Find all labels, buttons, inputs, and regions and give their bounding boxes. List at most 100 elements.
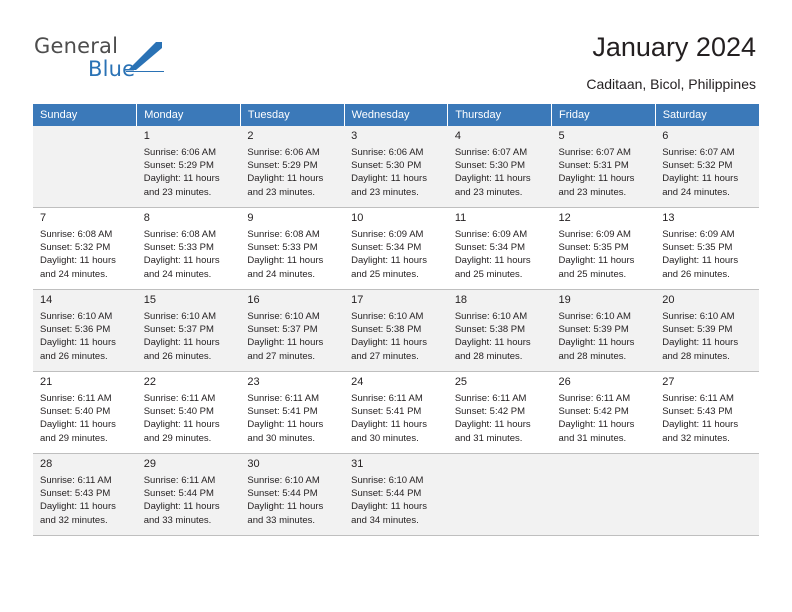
weekday-header-wednesday: Wednesday (344, 104, 449, 126)
calendar-day-cell[interactable]: 24 Sunrise: 6:11 AM Sunset: 5:41 PM Dayligh… (344, 371, 448, 454)
calendar-day-cell[interactable]: 7 Sunrise: 6:08 AM Sunset: 5:32 PM Daylight… (33, 207, 137, 290)
calendar-empty-cell (551, 453, 656, 536)
calendar-day-cell[interactable]: 17 Sunrise: 6:10 AM Sunset: 5:38 PM Dayligh… (344, 289, 448, 372)
day-number: 16 (247, 294, 260, 306)
sunrise-time: Sunrise: 6:07 AM (662, 147, 735, 158)
calendar-day-cell[interactable]: 8 Sunrise: 6:08 AM Sunset: 5:33 PM Daylight… (136, 207, 241, 290)
daylight-duration-line1: Daylight: 11 hours (558, 255, 635, 267)
calendar-day-cell[interactable]: 11 Sunrise: 6:09 AM Sunset: 5:34 PM Dayligh… (447, 207, 552, 290)
calendar-day-cell[interactable]: 30 Sunrise: 6:10 AM Sunset: 5:44 PM Dayligh… (240, 453, 345, 536)
sunrise-time: Sunrise: 6:10 AM (143, 311, 217, 322)
weekday-header-friday: Friday (551, 104, 656, 126)
day-number: 8 (143, 212, 150, 224)
daylight-duration-line2: and 29 minutes. (40, 432, 108, 444)
daylight-duration-line1: Daylight: 11 hours (247, 255, 324, 267)
day-sun-info: Sunrise: 6:07 AM Sunset: 5:30 PM Daylight:… (455, 146, 546, 199)
day-sun-info: Sunrise: 6:09 AM Sunset: 5:35 PM Daylight:… (662, 228, 753, 281)
sunrise-time: Sunrise: 6:08 AM (247, 229, 320, 240)
day-cell-content: 16 Sunrise: 6:10 AM Sunset: 5:37 PM Dayligh… (240, 290, 344, 371)
calendar-day-cell[interactable]: 25 Sunrise: 6:11 AM Sunset: 5:42 PM Dayligh… (447, 371, 552, 454)
calendar-day-cell[interactable]: 5 Sunrise: 6:07 AM Sunset: 5:31 PM Daylight… (551, 126, 656, 208)
logo-text-general: General (34, 34, 119, 58)
sunset-time: Sunset: 5:43 PM (662, 406, 733, 418)
daylight-duration-line2: and 31 minutes. (454, 432, 523, 444)
calendar-day-cell[interactable]: 27 Sunrise: 6:11 AM Sunset: 5:43 PM Dayligh… (655, 371, 759, 454)
calendar-day-cell[interactable]: 23 Sunrise: 6:11 AM Sunset: 5:41 PM Dayligh… (240, 371, 345, 454)
day-number: 3 (351, 130, 358, 142)
calendar-day-cell[interactable]: 13 Sunrise: 6:09 AM Sunset: 5:35 PM Dayligh… (655, 207, 759, 290)
day-number: 1 (143, 130, 150, 142)
day-number: 13 (662, 212, 675, 224)
daylight-duration-line1: Daylight: 11 hours (247, 501, 324, 513)
day-cell-content (448, 454, 552, 535)
daylight-duration-line2: and 25 minutes. (454, 268, 523, 280)
daylight-duration-line1: Daylight: 11 hours (351, 337, 427, 349)
daylight-duration-line2: and 32 minutes. (40, 514, 108, 526)
day-cell-content: 4 Sunrise: 6:07 AM Sunset: 5:30 PM Daylight… (448, 126, 552, 207)
calendar-day-cell[interactable]: 29 Sunrise: 6:11 AM Sunset: 5:44 PM Dayligh… (136, 453, 241, 536)
calendar-empty-cell (33, 126, 137, 208)
daylight-duration-line1: Daylight: 11 hours (247, 173, 324, 185)
sunset-time: Sunset: 5:30 PM (454, 160, 526, 172)
day-number: 14 (40, 294, 53, 306)
sunset-time: Sunset: 5:42 PM (454, 406, 526, 418)
daylight-duration-line1: Daylight: 11 hours (143, 501, 220, 513)
calendar-empty-cell (655, 453, 759, 536)
day-number: 11 (454, 212, 467, 224)
calendar-day-cell[interactable]: 22 Sunrise: 6:11 AM Sunset: 5:40 PM Dayligh… (136, 371, 241, 454)
calendar-day-cell[interactable]: 12 Sunrise: 6:09 AM Sunset: 5:35 PM Dayligh… (551, 207, 656, 290)
calendar-day-cell[interactable]: 28 Sunrise: 6:11 AM Sunset: 5:43 PM Dayligh… (33, 453, 137, 536)
daylight-duration-line1: Daylight: 11 hours (40, 337, 116, 349)
calendar-day-cell[interactable]: 1 Sunrise: 6:06 AM Sunset: 5:29 PM Daylight… (136, 126, 241, 208)
calendar-day-cell[interactable]: 19 Sunrise: 6:10 AM Sunset: 5:39 PM Dayligh… (551, 289, 656, 372)
day-number: 9 (247, 212, 254, 224)
calendar-week-row: 21 Sunrise: 6:11 AM Sunset: 5:40 PM Dayligh… (33, 371, 759, 454)
daylight-duration-line1: Daylight: 11 hours (454, 419, 531, 431)
calendar-day-cell[interactable]: 10 Sunrise: 6:09 AM Sunset: 5:34 PM Dayligh… (344, 207, 448, 290)
calendar-day-cell[interactable]: 15 Sunrise: 6:10 AM Sunset: 5:37 PM Dayligh… (136, 289, 241, 372)
calendar-day-cell[interactable]: 20 Sunrise: 6:10 AM Sunset: 5:39 PM Dayligh… (655, 289, 759, 372)
sunset-time: Sunset: 5:29 PM (247, 160, 318, 172)
sunset-time: Sunset: 5:39 PM (558, 324, 629, 336)
calendar-day-cell[interactable]: 18 Sunrise: 6:10 AM Sunset: 5:38 PM Dayligh… (447, 289, 552, 372)
sunrise-time: Sunrise: 6:10 AM (454, 311, 528, 322)
day-number: 30 (247, 458, 260, 470)
day-sun-info: Sunrise: 6:08 AM Sunset: 5:33 PM Daylight:… (144, 228, 235, 281)
calendar-day-cell[interactable]: 4 Sunrise: 6:07 AM Sunset: 5:30 PM Daylight… (447, 126, 552, 208)
calendar-day-cell[interactable]: 26 Sunrise: 6:11 AM Sunset: 5:42 PM Dayligh… (551, 371, 656, 454)
sunset-time: Sunset: 5:43 PM (40, 488, 111, 500)
calendar-day-cell[interactable]: 6 Sunrise: 6:07 AM Sunset: 5:32 PM Daylight… (655, 126, 759, 208)
calendar-day-cell[interactable]: 31 Sunrise: 6:10 AM Sunset: 5:44 PM Dayligh… (344, 453, 448, 536)
day-sun-info: Sunrise: 6:11 AM Sunset: 5:40 PM Daylight:… (40, 392, 131, 445)
sunrise-time: Sunrise: 6:10 AM (351, 311, 424, 322)
calendar-day-cell[interactable]: 14 Sunrise: 6:10 AM Sunset: 5:36 PM Dayligh… (33, 289, 137, 372)
day-cell-content: 15 Sunrise: 6:10 AM Sunset: 5:37 PM Dayligh… (137, 290, 241, 371)
calendar-day-cell[interactable]: 21 Sunrise: 6:11 AM Sunset: 5:40 PM Dayligh… (33, 371, 137, 454)
daylight-duration-line1: Daylight: 11 hours (351, 173, 427, 185)
daylight-duration-line2: and 24 minutes. (247, 268, 316, 280)
sunrise-time: Sunrise: 6:10 AM (351, 475, 424, 486)
day-sun-info: Sunrise: 6:10 AM Sunset: 5:38 PM Daylight:… (455, 310, 546, 363)
sunset-time: Sunset: 5:30 PM (351, 160, 422, 172)
calendar-day-cell[interactable]: 2 Sunrise: 6:06 AM Sunset: 5:29 PM Daylight… (240, 126, 345, 208)
day-sun-info: Sunrise: 6:11 AM Sunset: 5:43 PM Daylight:… (40, 474, 131, 527)
calendar-body: 1 Sunrise: 6:06 AM Sunset: 5:29 PM Daylight… (33, 126, 759, 536)
day-cell-content: 12 Sunrise: 6:09 AM Sunset: 5:35 PM Dayligh… (552, 208, 656, 289)
sunrise-time: Sunrise: 6:11 AM (143, 475, 216, 486)
day-number: 17 (351, 294, 364, 306)
calendar-day-cell[interactable]: 9 Sunrise: 6:08 AM Sunset: 5:33 PM Daylight… (240, 207, 345, 290)
daylight-duration-line1: Daylight: 11 hours (662, 337, 739, 349)
day-number: 4 (454, 130, 461, 142)
sunset-time: Sunset: 5:33 PM (247, 242, 318, 254)
day-cell-content: 20 Sunrise: 6:10 AM Sunset: 5:39 PM Dayligh… (655, 290, 759, 371)
sunrise-time: Sunrise: 6:11 AM (454, 393, 527, 404)
calendar-day-cell[interactable]: 3 Sunrise: 6:06 AM Sunset: 5:30 PM Daylight… (344, 126, 448, 208)
calendar-week-row: 14 Sunrise: 6:10 AM Sunset: 5:36 PM Dayligh… (33, 289, 759, 372)
day-number: 15 (143, 294, 156, 306)
sunset-time: Sunset: 5:41 PM (247, 406, 318, 418)
daylight-duration-line2: and 23 minutes. (454, 186, 523, 198)
calendar-day-cell[interactable]: 16 Sunrise: 6:10 AM Sunset: 5:37 PM Dayligh… (240, 289, 345, 372)
day-sun-info: Sunrise: 6:11 AM Sunset: 5:40 PM Daylight:… (144, 392, 235, 445)
day-number: 12 (558, 212, 571, 224)
day-cell-content: 9 Sunrise: 6:08 AM Sunset: 5:33 PM Daylight… (240, 208, 344, 289)
